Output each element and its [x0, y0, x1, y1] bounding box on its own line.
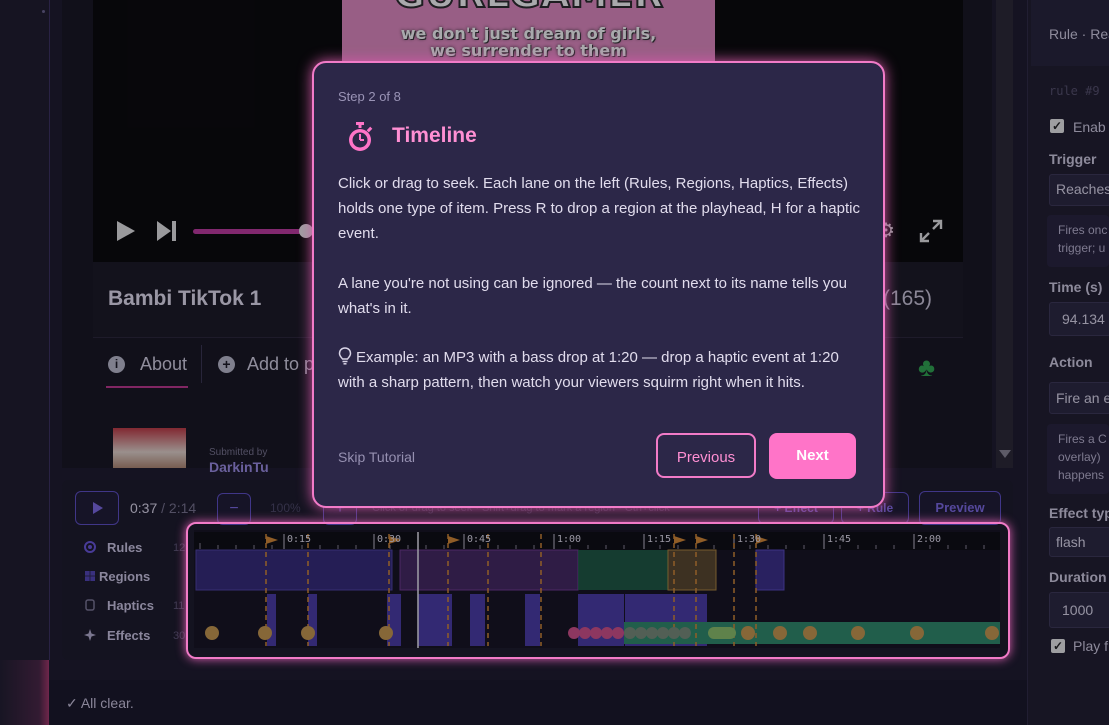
next-button[interactable]: Next	[769, 433, 856, 479]
tutorial-paragraph: Click or drag to seek. Each lane on the …	[338, 175, 860, 242]
lightbulb-icon	[338, 347, 352, 365]
previous-button[interactable]: Previous	[656, 433, 756, 478]
tutorial-highlight	[186, 522, 1010, 659]
tutorial-example: Example: an MP3 with a bass drop at 1:20…	[338, 345, 862, 395]
tutorial-paragraph: A lane you're not using can be ignored —…	[338, 275, 848, 317]
skip-tutorial-link[interactable]: Skip Tutorial	[338, 449, 415, 465]
tutorial-step: Step 2 of 8	[338, 89, 401, 104]
tutorial-body: Click or drag to seek. Each lane on the …	[338, 171, 862, 346]
stopwatch-icon	[349, 122, 373, 151]
tutorial-title: Timeline	[392, 124, 477, 147]
tutorial-example-text: Example: an MP3 with a bass drop at 1:20…	[338, 349, 839, 391]
